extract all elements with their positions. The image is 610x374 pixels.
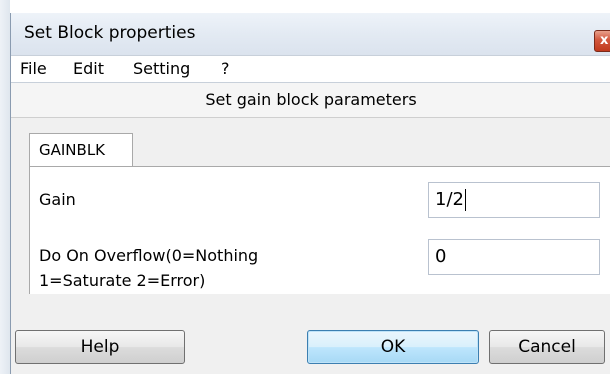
gain-value: 1/2 [435,189,464,210]
window-title: Set Block properties [24,23,196,43]
gain-input[interactable]: 1/2 [428,182,600,218]
tab-gainblk[interactable]: GAINBLK [29,133,133,167]
overflow-input[interactable]: 0 [428,239,600,275]
dialog-window: Set Block properties x File Edit Setting… [10,13,610,374]
menu-setting[interactable]: Setting [133,59,190,78]
parameters-form: Gain 1/2 Do On Overflow(0=Nothing 1=Satu… [29,166,610,294]
subtitle-bar: Set gain block parameters [11,83,610,118]
help-button[interactable]: Help [15,330,185,364]
overflow-value: 0 [435,246,447,267]
menu-bar: File Edit Setting ? [11,55,610,83]
title-bar[interactable]: Set Block properties x [11,13,610,55]
menu-help-question[interactable]: ? [221,59,230,78]
text-caret [464,189,466,211]
overflow-label-line2: 1=Saturate 2=Error) [39,271,206,290]
close-icon: x [600,33,609,48]
ok-button[interactable]: OK [307,330,479,364]
dialog-subtitle: Set gain block parameters [205,90,417,109]
menu-file[interactable]: File [20,59,47,78]
cancel-button[interactable]: Cancel [489,330,605,364]
gain-label: Gain [39,190,76,209]
window-frame-edge [0,0,10,374]
overflow-label-line1: Do On Overflow(0=Nothing [39,246,259,265]
close-button[interactable]: x [594,30,610,52]
menu-edit[interactable]: Edit [73,59,104,78]
